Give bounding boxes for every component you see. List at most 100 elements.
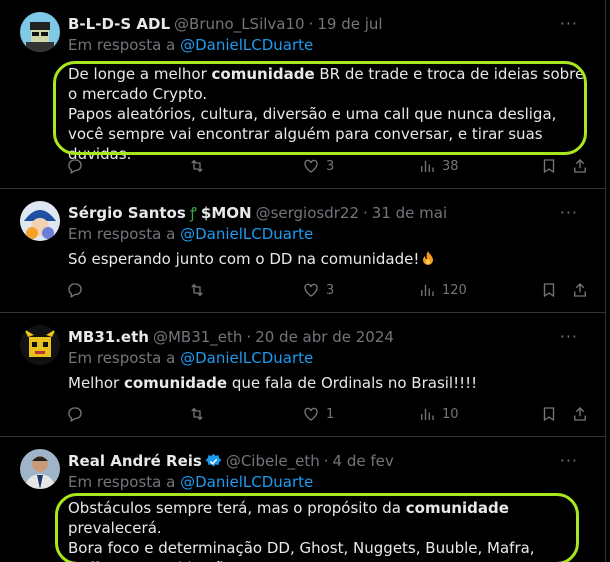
reply-button[interactable] <box>66 405 84 423</box>
tweet[interactable]: MB31.eth @MB31_eth · 20 de abr de 2024 ·… <box>0 313 605 437</box>
share-button[interactable] <box>571 405 589 423</box>
share-button[interactable] <box>571 281 589 299</box>
reply-mention[interactable]: @DanielLCDuarte <box>180 349 313 367</box>
tweet[interactable]: Real André Reis @Cibele_eth · 4 de fev ·… <box>0 437 605 562</box>
share-button[interactable] <box>571 157 589 175</box>
reply-mention[interactable]: @DanielLCDuarte <box>180 473 313 491</box>
separator-dot: · <box>363 204 368 222</box>
text-part: Bora foco e determinação DD, Ghost, Nugg… <box>68 539 535 562</box>
text-part: Melhor <box>68 374 124 392</box>
like-button[interactable]: 3 <box>302 281 334 299</box>
text-part: Papos aleatórios, cultura, diversão e um… <box>68 105 557 163</box>
reply-icon <box>68 159 82 174</box>
reply-button[interactable] <box>66 157 84 175</box>
reply-prefix: Em resposta a <box>68 36 176 54</box>
bookmark-icon <box>543 407 555 422</box>
reply-context: Em resposta a @DanielLCDuarte <box>68 473 313 491</box>
retweet-button[interactable] <box>188 157 206 175</box>
tweet-header: Real André Reis @Cibele_eth · 4 de fev <box>68 451 394 471</box>
reply-prefix: Em resposta a <box>68 349 176 367</box>
views-count: 38 <box>442 158 459 174</box>
tweet-text: De longe a melhor comunidade BR de trade… <box>68 64 593 164</box>
reply-context: Em resposta a @DanielLCDuarte <box>68 36 313 54</box>
retweet-icon <box>191 159 203 173</box>
like-count: 3 <box>326 158 335 174</box>
reply-mention[interactable]: @DanielLCDuarte <box>180 36 313 54</box>
tweet-header: Sérgio Santos ꝭ $MON @sergiosdr22 · 31 d… <box>68 203 447 223</box>
reply-icon <box>68 407 82 422</box>
views-icon <box>421 160 434 172</box>
reply-mention[interactable]: @DanielLCDuarte <box>180 225 313 243</box>
tweet-date[interactable]: 4 de fev <box>333 452 394 470</box>
action-bar: 1 10 <box>66 405 591 425</box>
user-handle[interactable]: @Bruno_LSilva10 <box>174 15 305 33</box>
like-button[interactable]: 3 <box>302 157 334 175</box>
text-part: Só esperando junto com o DD na comunidad… <box>68 250 420 268</box>
retweet-button[interactable] <box>188 405 206 423</box>
bookmark-button[interactable] <box>540 281 558 299</box>
more-icon[interactable]: ··· <box>560 451 578 470</box>
snake-icon: ꝭ <box>189 204 197 222</box>
text-bold: comunidade <box>123 374 228 392</box>
text-part: que fala de Ordinals no Brasil!!!! <box>227 374 478 392</box>
avatar[interactable] <box>20 12 60 52</box>
avatar[interactable] <box>20 449 60 489</box>
separator-dot: · <box>246 328 252 346</box>
display-name-suffix[interactable]: $MON <box>201 204 252 222</box>
views-button[interactable]: 120 <box>418 281 467 299</box>
tweet-date[interactable]: 20 de abr de 2024 <box>255 328 394 346</box>
retweet-icon <box>191 407 203 421</box>
tweet-header: B-L-D-S ADL @Bruno_LSilva10 · 19 de jul <box>68 14 383 34</box>
user-handle[interactable]: @MB31_eth <box>153 328 242 346</box>
tweet-date[interactable]: 31 de mai <box>372 204 447 222</box>
bookmark-button[interactable] <box>540 157 558 175</box>
text-part: De longe a melhor <box>68 65 212 83</box>
text-bold: comunidade <box>405 499 509 517</box>
reply-context: Em resposta a @DanielLCDuarte <box>68 349 313 367</box>
views-icon <box>421 284 434 296</box>
like-button[interactable]: 1 <box>302 405 334 423</box>
text-bold: comunidade <box>211 65 315 83</box>
views-button[interactable]: 38 <box>418 157 459 175</box>
text-part: Obstáculos sempre terá, mas o propósito … <box>68 499 406 517</box>
bookmark-icon <box>543 283 555 298</box>
bookmark-button[interactable] <box>540 405 558 423</box>
retweet-icon <box>191 283 203 297</box>
tweet[interactable]: B-L-D-S ADL @Bruno_LSilva10 · 19 de jul … <box>0 0 605 189</box>
replies-feed: B-L-D-S ADL @Bruno_LSilva10 · 19 de jul … <box>0 0 606 562</box>
tweet-text: Obstáculos sempre terá, mas o propósito … <box>68 498 538 562</box>
retweet-button[interactable] <box>188 281 206 299</box>
like-count: 1 <box>326 406 335 422</box>
like-icon <box>304 407 318 421</box>
share-icon <box>574 407 586 421</box>
reply-context: Em resposta a @DanielLCDuarte <box>68 225 313 243</box>
action-bar: 3 38 <box>66 157 591 177</box>
reply-prefix: Em resposta a <box>68 473 176 491</box>
views-icon <box>421 408 434 420</box>
reply-button[interactable] <box>66 281 84 299</box>
text-part: prevalecerá. <box>68 519 162 537</box>
like-icon <box>304 283 318 297</box>
more-icon[interactable]: ··· <box>560 14 578 33</box>
more-icon[interactable]: ··· <box>560 203 578 222</box>
display-name[interactable]: MB31.eth <box>68 328 149 346</box>
views-button[interactable]: 10 <box>418 405 459 423</box>
separator-dot: · <box>308 15 314 33</box>
more-icon[interactable]: ··· <box>560 327 578 346</box>
share-icon <box>574 159 586 173</box>
verified-icon <box>205 453 222 466</box>
tweet[interactable]: Sérgio Santos ꝭ $MON @sergiosdr22 · 31 d… <box>0 189 605 313</box>
display-name[interactable]: B-L-D-S ADL <box>68 15 170 33</box>
user-handle[interactable]: @sergiosdr22 <box>256 204 359 222</box>
display-name[interactable]: Sérgio Santos <box>68 204 186 222</box>
avatar[interactable] <box>20 325 60 365</box>
display-name[interactable]: Real André Reis <box>68 452 202 470</box>
views-count: 120 <box>442 282 467 298</box>
reply-icon <box>68 283 82 298</box>
tweet-header: MB31.eth @MB31_eth · 20 de abr de 2024 <box>68 327 394 347</box>
avatar[interactable] <box>20 201 60 241</box>
tweet-date[interactable]: 19 de jul <box>317 15 382 33</box>
separator-dot: · <box>323 452 329 470</box>
user-handle[interactable]: @Cibele_eth <box>226 452 320 470</box>
fire-icon <box>423 251 434 265</box>
